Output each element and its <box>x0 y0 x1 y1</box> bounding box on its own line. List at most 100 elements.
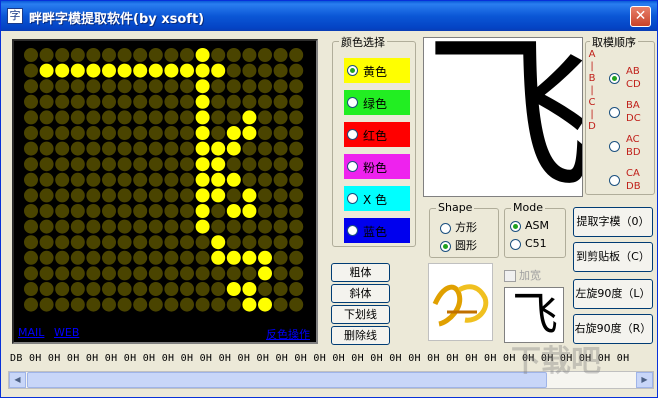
led-dot-on[interactable] <box>195 172 210 187</box>
led-dot-on[interactable] <box>226 282 241 296</box>
led-dot-off[interactable] <box>289 235 304 250</box>
led-dot-on[interactable] <box>39 63 54 78</box>
led-dot-off[interactable] <box>258 204 272 218</box>
led-dot-off[interactable] <box>117 110 132 125</box>
mail-link[interactable]: MAIL <box>18 326 44 339</box>
led-dot-off[interactable] <box>226 266 241 281</box>
led-dot-off[interactable] <box>148 282 163 296</box>
led-dot-off[interactable] <box>102 235 116 250</box>
invert-link[interactable]: 反色操作 <box>266 326 310 342</box>
led-dot-off[interactable] <box>180 235 194 250</box>
led-dot-off[interactable] <box>164 235 179 250</box>
led-dot-off[interactable] <box>24 219 38 234</box>
led-dot-off[interactable] <box>164 282 179 296</box>
led-dot-off[interactable] <box>117 94 132 109</box>
led-dot-off[interactable] <box>226 157 241 172</box>
led-dot-off[interactable] <box>242 266 257 281</box>
led-dot-off[interactable] <box>39 157 54 172</box>
led-dot-off[interactable] <box>102 172 116 187</box>
led-dot-off[interactable] <box>180 219 194 234</box>
led-dot-off[interactable] <box>180 48 194 62</box>
led-dot-on[interactable] <box>195 126 210 140</box>
led-dot-off[interactable] <box>164 172 179 187</box>
led-dot-off[interactable] <box>55 157 70 172</box>
led-dot-off[interactable] <box>70 282 85 296</box>
led-dot-on[interactable] <box>211 250 226 265</box>
led-dot-off[interactable] <box>70 110 85 125</box>
led-dot-off[interactable] <box>273 94 288 109</box>
led-dot-off[interactable] <box>289 297 304 312</box>
led-dot-on[interactable] <box>258 250 272 265</box>
led-dot-off[interactable] <box>24 172 38 187</box>
led-dot-on[interactable] <box>226 126 241 140</box>
led-dot-off[interactable] <box>164 250 179 265</box>
led-dot-off[interactable] <box>180 172 194 187</box>
led-dot-off[interactable] <box>102 266 116 281</box>
led-dot-off[interactable] <box>258 141 272 156</box>
led-dot-on[interactable] <box>117 63 132 78</box>
led-dot-off[interactable] <box>133 219 148 234</box>
led-dot-off[interactable] <box>273 235 288 250</box>
color-option-1[interactable]: 绿色 <box>344 90 410 115</box>
led-dot-on[interactable] <box>195 141 210 156</box>
led-dot-off[interactable] <box>102 79 116 94</box>
led-dot-off[interactable] <box>55 250 70 265</box>
led-dot-off[interactable] <box>195 266 210 281</box>
led-dot-off[interactable] <box>273 188 288 203</box>
led-dot-off[interactable] <box>164 219 179 234</box>
led-dot-off[interactable] <box>258 282 272 296</box>
led-dot-off[interactable] <box>148 172 163 187</box>
led-dot-off[interactable] <box>133 188 148 203</box>
led-dot-off[interactable] <box>117 204 132 218</box>
led-dot-off[interactable] <box>117 282 132 296</box>
led-dot-off[interactable] <box>242 141 257 156</box>
led-dot-on[interactable] <box>195 157 210 172</box>
led-dot-off[interactable] <box>211 110 226 125</box>
led-dot-off[interactable] <box>289 188 304 203</box>
led-dot-off[interactable] <box>39 172 54 187</box>
shape-square-radio[interactable]: 方形 <box>440 219 477 235</box>
led-dot-off[interactable] <box>226 79 241 94</box>
led-dot-off[interactable] <box>289 141 304 156</box>
led-dot-off[interactable] <box>86 157 101 172</box>
led-dot-on[interactable] <box>242 110 257 125</box>
led-dot-off[interactable] <box>102 188 116 203</box>
led-dot-on[interactable] <box>242 204 257 218</box>
led-dot-off[interactable] <box>55 235 70 250</box>
led-dot-off[interactable] <box>289 250 304 265</box>
led-dot-off[interactable] <box>273 204 288 218</box>
led-dot-off[interactable] <box>39 188 54 203</box>
led-dot-off[interactable] <box>242 157 257 172</box>
led-dot-off[interactable] <box>70 266 85 281</box>
led-dot-off[interactable] <box>273 297 288 312</box>
led-dot-on[interactable] <box>211 235 226 250</box>
led-dot-off[interactable] <box>226 63 241 78</box>
led-dot-off[interactable] <box>273 172 288 187</box>
led-dot-off[interactable] <box>133 172 148 187</box>
led-dot-off[interactable] <box>55 94 70 109</box>
led-dot-off[interactable] <box>164 94 179 109</box>
italic-button[interactable]: 斜体 <box>331 284 390 303</box>
led-dot-off[interactable] <box>164 188 179 203</box>
led-dot-off[interactable] <box>211 48 226 62</box>
led-dot-off[interactable] <box>86 204 101 218</box>
extract-font-button[interactable]: 提取字模（0） <box>573 207 653 237</box>
led-dot-off[interactable] <box>70 157 85 172</box>
led-dot-off[interactable] <box>117 126 132 140</box>
led-dot-off[interactable] <box>273 126 288 140</box>
led-dot-off[interactable] <box>117 188 132 203</box>
led-dot-off[interactable] <box>273 141 288 156</box>
led-dot-off[interactable] <box>102 219 116 234</box>
led-dot-off[interactable] <box>273 110 288 125</box>
led-dot-off[interactable] <box>148 188 163 203</box>
led-dot-off[interactable] <box>86 79 101 94</box>
mode-asm-radio[interactable]: ASM <box>510 219 549 232</box>
led-dot-off[interactable] <box>70 188 85 203</box>
led-dot-off[interactable] <box>133 157 148 172</box>
close-button[interactable]: ✕ <box>630 6 651 27</box>
led-dot-off[interactable] <box>102 250 116 265</box>
led-dot-off[interactable] <box>70 172 85 187</box>
led-dot-off[interactable] <box>39 235 54 250</box>
led-dot-off[interactable] <box>133 204 148 218</box>
bold-button[interactable]: 粗体 <box>331 263 390 282</box>
